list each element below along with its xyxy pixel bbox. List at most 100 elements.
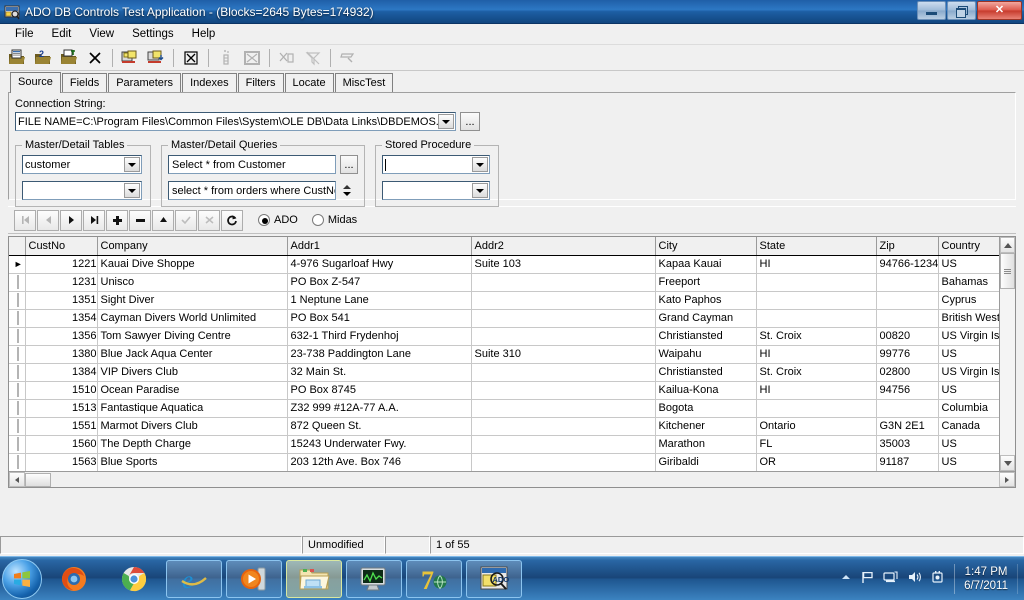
table-row[interactable]: 1231 Unisco PO Box Z-547 Freeport Bahamas [9,273,999,292]
minimize-button[interactable] [917,1,946,20]
nav-first-button[interactable] [14,209,36,231]
cell-addr2[interactable] [471,273,656,292]
cell-company[interactable]: Tom Sawyer Diving Centre [97,327,288,346]
tab-parameters[interactable]: Parameters [108,73,182,92]
cell-company[interactable]: The Depth Charge [97,435,288,454]
cell-country[interactable]: US [938,345,999,364]
cell-state[interactable] [756,399,877,418]
tab-fields[interactable]: Fields [61,73,108,92]
cell-zip[interactable]: 35003 [876,435,939,454]
cell-custno[interactable]: 1551 [25,417,98,436]
cell-company[interactable]: VIP Divers Club [97,363,288,382]
cell-addr1[interactable]: 872 Queen St. [287,417,472,436]
cell-custno[interactable]: 1356 [25,327,98,346]
taskbar-firefox[interactable] [46,560,102,598]
cell-city[interactable]: Giribaldi [655,453,757,471]
query-spinner[interactable] [340,185,354,196]
cell-addr1[interactable]: 4-976 Sugarloaf Hwy [287,255,472,274]
cell-custno[interactable]: 1354 [25,309,98,328]
cell-custno[interactable]: 1380 [25,345,98,364]
cell-country[interactable]: US [938,435,999,454]
safely-remove-hardware-icon[interactable] [931,570,945,587]
table-row[interactable]: 1563 Blue Sports 203 12th Ave. Box 746 Giri… [9,453,999,471]
taskbar-internet-explorer[interactable]: e [166,559,222,598]
stored-procedure-combo-1[interactable] [382,155,490,174]
cell-zip[interactable]: 94766-1234 [876,255,939,274]
spin-up-icon[interactable] [343,185,351,189]
vertical-scroll-track[interactable] [1000,253,1015,455]
row-indicator[interactable] [9,273,26,292]
scroll-right-button[interactable] [999,472,1015,487]
cell-state[interactable] [756,291,877,310]
taskbar-chrome[interactable] [106,560,162,598]
cell-country[interactable]: US [938,255,999,274]
cell-state[interactable]: FL [756,435,877,454]
query-browse-button[interactable]: ... [340,155,358,174]
row-indicator[interactable] [9,399,26,418]
cell-zip[interactable]: 00820 [876,327,939,346]
nav-next-button[interactable] [60,209,82,231]
cell-zip[interactable] [876,273,939,292]
cell-city[interactable]: Christiansted [655,327,757,346]
nav-insert-button[interactable] [106,209,128,231]
open-folder-icon[interactable] [56,46,82,70]
menu-settings[interactable]: Settings [123,26,183,42]
show-desktop-button[interactable] [1017,563,1018,594]
cell-zip[interactable] [876,309,939,328]
grid-col-addr2[interactable]: Addr2 [471,237,656,256]
chevron-down-icon[interactable] [124,157,140,172]
open-query-icon[interactable]: 2 [30,46,56,70]
cell-zip[interactable]: 91187 [876,453,939,471]
tab-source[interactable]: Source [10,72,61,93]
cell-addr1[interactable]: PO Box 8745 [287,381,472,400]
table-row[interactable]: 1560 The Depth Charge 15243 Underwater Fwy… [9,435,999,454]
nav-delete-button[interactable] [129,209,151,231]
table-row[interactable]: 1356 Tom Sawyer Diving Centre 632-1 Third … [9,327,999,346]
cell-company[interactable]: Kauai Dive Shoppe [97,255,288,274]
master-table-combo[interactable]: customer [22,155,142,174]
table-row[interactable]: 1380 Blue Jack Aqua Center 23-738 Paddingt… [9,345,999,364]
save-icon[interactable] [117,46,143,70]
cell-custno[interactable]: 1351 [25,291,98,310]
cell-state[interactable]: St. Croix [756,327,877,346]
cell-custno[interactable]: 1563 [25,453,98,471]
cell-addr1[interactable]: PO Box Z-547 [287,273,472,292]
volume-icon[interactable] [907,570,922,587]
horizontal-scroll-thumb[interactable] [25,472,51,487]
cell-company[interactable]: Sight Diver [97,291,288,310]
row-indicator[interactable] [9,309,26,328]
nav-post-button[interactable] [175,209,197,231]
nav-edit-button[interactable] [152,209,174,231]
cell-city[interactable]: Christiansted [655,363,757,382]
master-query-edit[interactable]: Select * from Customer [168,155,336,174]
scroll-left-button[interactable] [9,472,25,487]
cell-city[interactable]: Bogota [655,399,757,418]
cell-company[interactable]: Blue Sports [97,453,288,471]
nav-cancel-button[interactable] [198,209,220,231]
cancel-box-icon[interactable] [178,46,204,70]
cell-zip[interactable] [876,399,939,418]
cell-country[interactable]: Canada [938,417,999,436]
table-row[interactable]: 1384 VIP Divers Club 32 Main St. Christians… [9,363,999,382]
grid-col-custno[interactable]: CustNo [25,237,98,256]
radio-midas[interactable] [311,214,324,226]
grid-vertical-scrollbar[interactable] [999,237,1015,471]
row-indicator[interactable] [9,381,26,400]
cell-addr2[interactable] [471,453,656,471]
scroll-up-button[interactable] [1000,237,1015,253]
network-icon[interactable] [883,570,898,587]
taskbar-ado-test-app[interactable]: ADO [466,559,522,598]
cell-addr2[interactable] [471,417,656,436]
cell-country[interactable]: Bahamas [938,273,999,292]
cell-city[interactable]: Waipahu [655,345,757,364]
cell-addr2[interactable]: Suite 310 [471,345,656,364]
row-indicator[interactable] [9,291,26,310]
taskbar-system-monitor[interactable] [346,559,402,598]
cell-state[interactable]: HI [756,381,877,400]
stored-procedure-combo-2[interactable] [382,181,490,200]
cell-zip[interactable]: 94756 [876,381,939,400]
grid-col-country[interactable]: Country [938,237,999,256]
cell-company[interactable]: Blue Jack Aqua Center [97,345,288,364]
cell-company[interactable]: Marmot Divers Club [97,417,288,436]
start-button[interactable] [2,558,42,599]
